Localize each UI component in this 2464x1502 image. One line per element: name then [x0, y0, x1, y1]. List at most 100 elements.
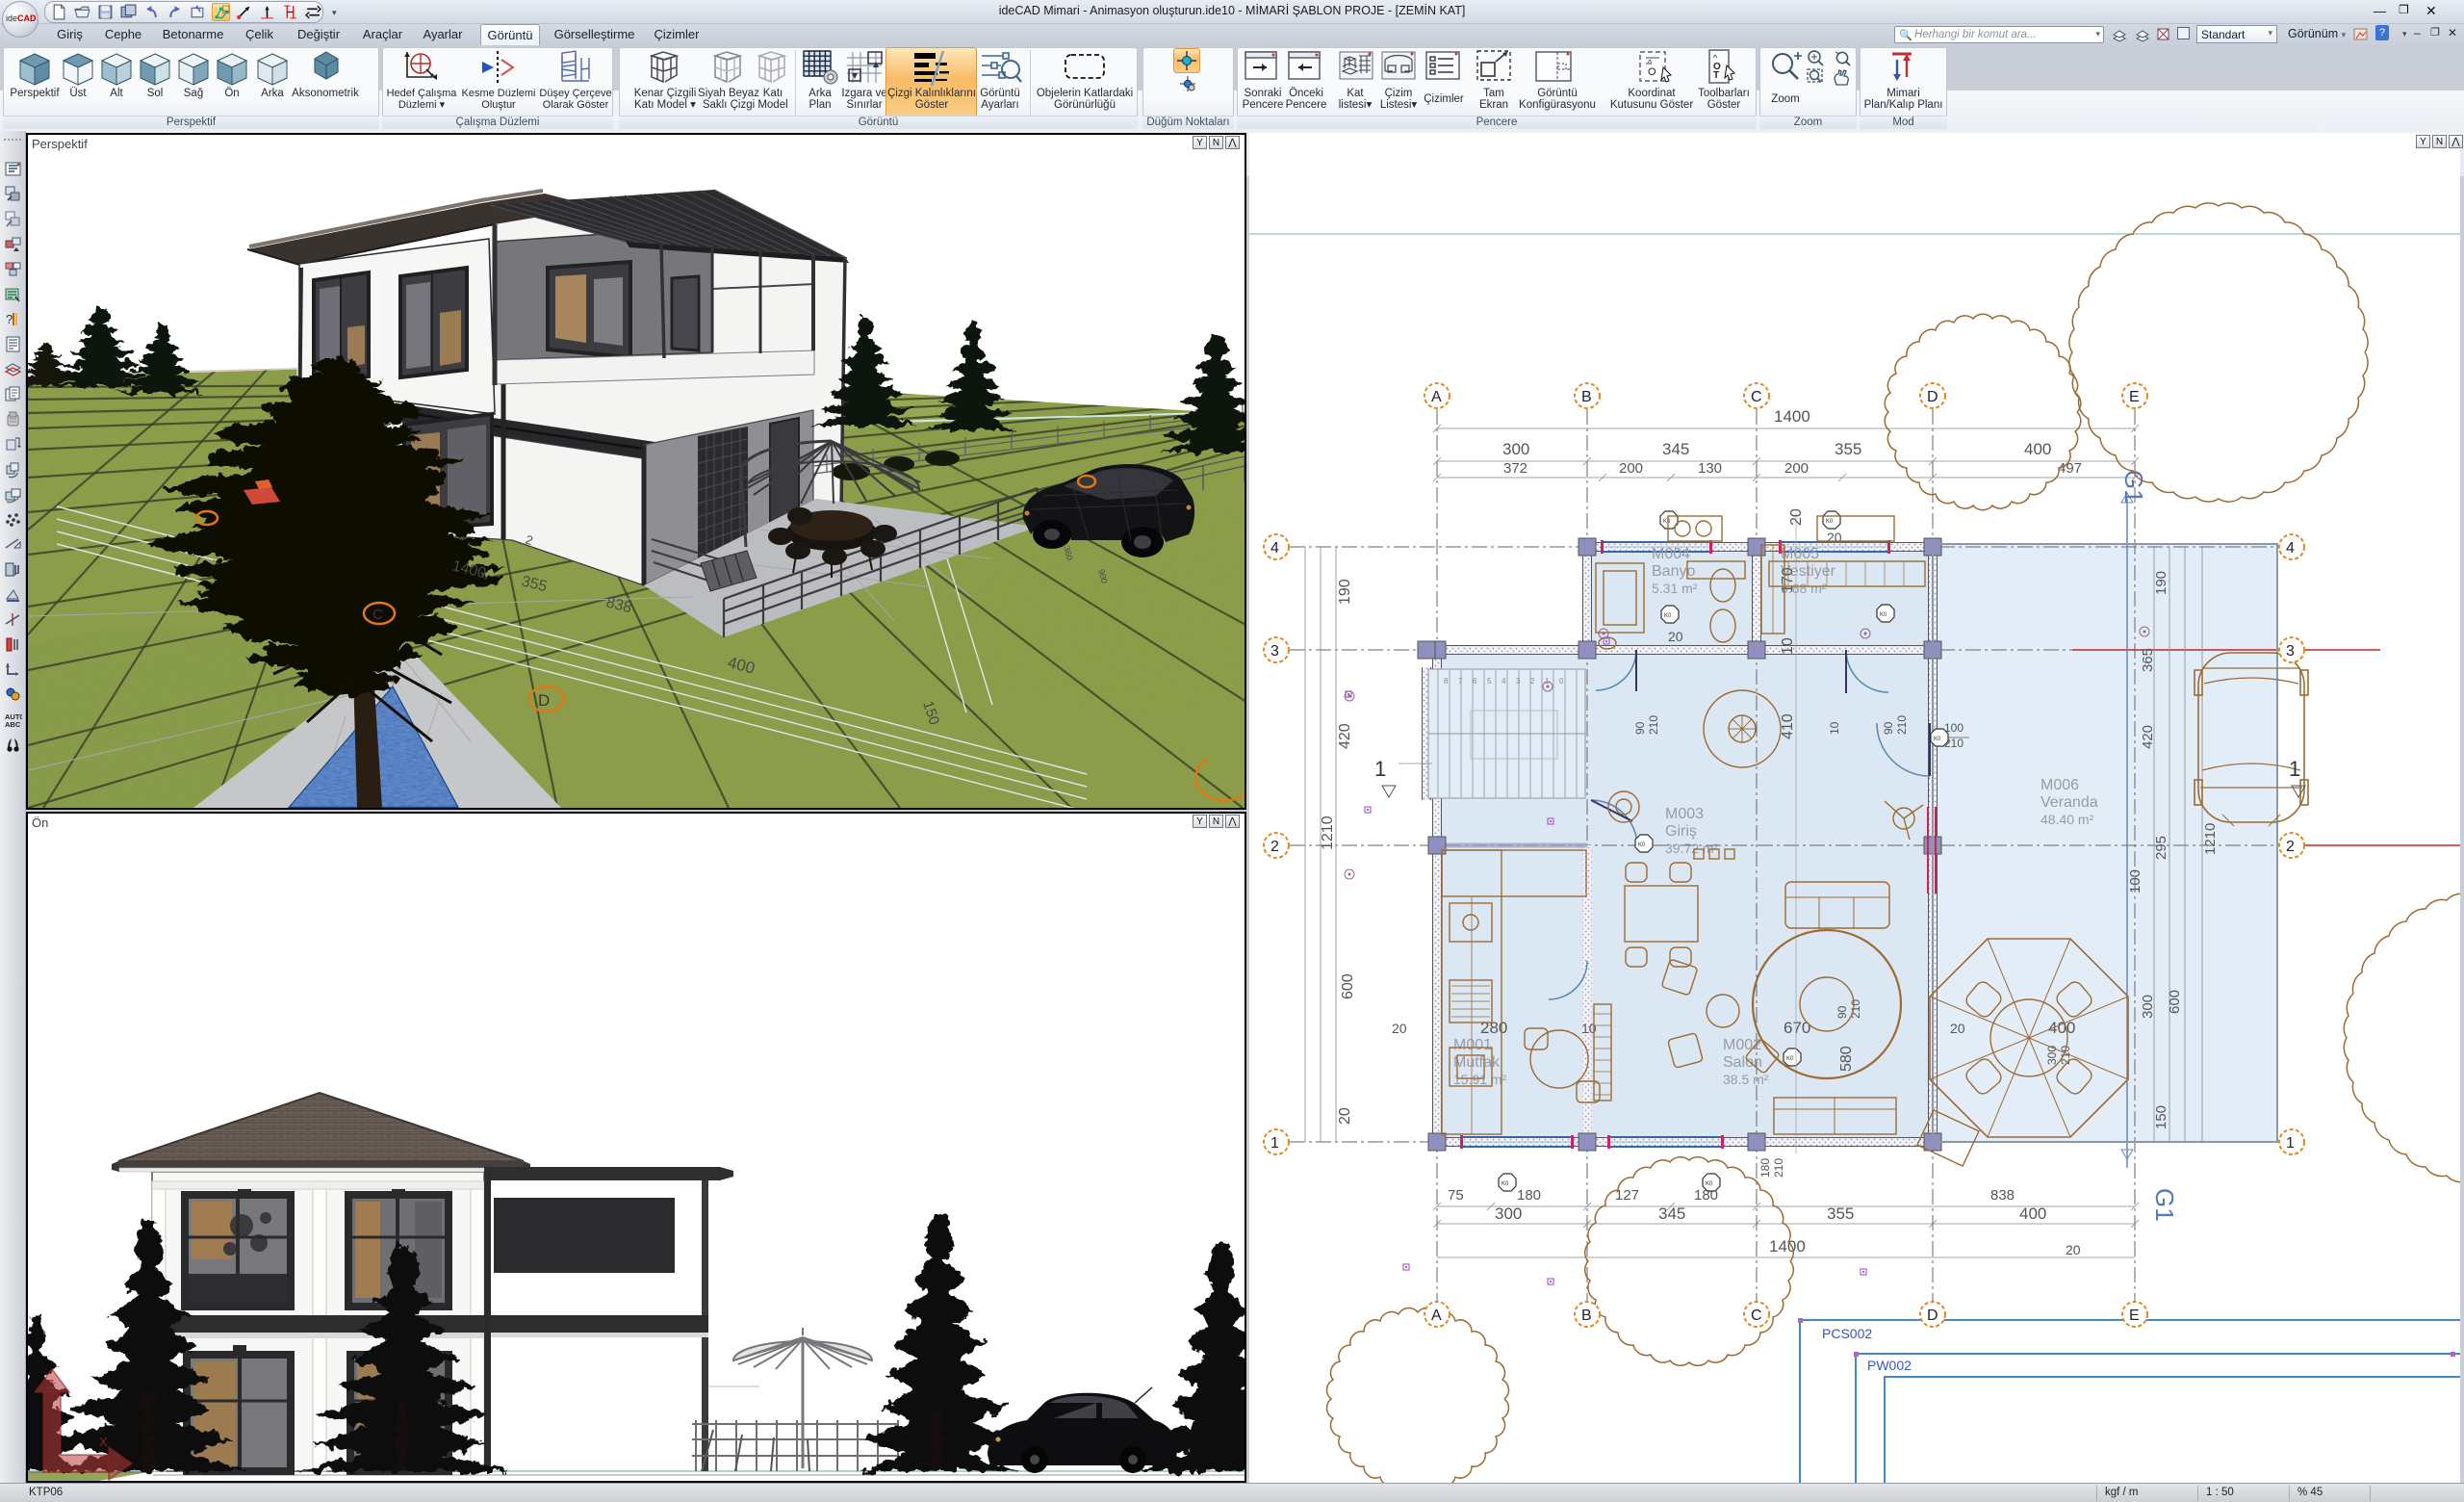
svg-text:838: 838 [1990, 1187, 2015, 1204]
svg-text:K0: K0 [1502, 1181, 1509, 1187]
svg-text:180: 180 [1517, 1187, 1541, 1204]
svg-text:130: 130 [1698, 460, 1722, 477]
svg-text:0: 0 [1559, 677, 1564, 686]
svg-text:K0: K0 [1638, 842, 1646, 848]
svg-text:?: ? [6, 312, 13, 326]
svg-text:300: 300 [1502, 440, 1529, 458]
svg-text:1210: 1210 [2202, 823, 2219, 855]
svg-text:3: 3 [2286, 643, 2295, 660]
svg-text:2: 2 [1530, 677, 1535, 686]
svg-text:3: 3 [1270, 643, 1279, 660]
svg-text:300: 300 [2045, 1046, 2059, 1065]
svg-text:G1: G1 [2119, 470, 2148, 504]
svg-text:300: 300 [2140, 995, 2156, 1019]
svg-text:M004: M004 [1652, 546, 1690, 562]
svg-text:Mutfak: Mutfak [1453, 1054, 1501, 1071]
svg-text:D: D [1927, 1308, 1938, 1324]
svg-text:400: 400 [2024, 440, 2051, 458]
svg-text:20: 20 [1950, 1021, 1965, 1036]
svg-text:K0: K0 [1663, 519, 1671, 525]
svg-text:280: 280 [1480, 1019, 1507, 1037]
svg-text:100: 100 [2127, 869, 2143, 893]
svg-text:48.40 m²: 48.40 m² [2040, 812, 2094, 827]
svg-text:20: 20 [1668, 629, 1683, 644]
svg-text:1400: 1400 [1769, 1237, 1806, 1256]
svg-text:200: 200 [1784, 460, 1809, 477]
svg-text:210: 210 [1772, 1158, 1785, 1178]
svg-text:T: T [1713, 70, 1719, 81]
svg-text:X: X [99, 1435, 108, 1449]
svg-text:20: 20 [1337, 1107, 1353, 1125]
svg-text:345: 345 [1662, 440, 1689, 458]
svg-text:7: 7 [1458, 677, 1463, 686]
svg-text:497: 497 [2058, 460, 2082, 477]
svg-text:K0: K0 [1934, 737, 1941, 742]
svg-text:C: C [372, 607, 383, 623]
svg-text:90: 90 [1835, 1005, 1849, 1019]
svg-text:15.91 m²: 15.91 m² [1453, 1072, 1507, 1087]
svg-text:295: 295 [2153, 836, 2169, 860]
svg-text:420: 420 [1337, 723, 1353, 749]
svg-text:190: 190 [1337, 579, 1353, 605]
svg-text:39.72 m²: 39.72 m² [1665, 841, 1719, 856]
svg-text:20: 20 [1392, 1021, 1407, 1036]
svg-text:D: D [1927, 389, 1938, 405]
svg-text:A: A [1431, 1308, 1442, 1324]
svg-text:G1: G1 [2150, 1188, 2179, 1222]
svg-text:210: 210 [1647, 715, 1660, 735]
svg-text:6: 6 [1473, 677, 1477, 686]
svg-text:20: 20 [1788, 508, 1805, 526]
svg-text:300: 300 [1495, 1204, 1522, 1223]
svg-text:Veranda: Veranda [2040, 794, 2098, 811]
svg-text:3: 3 [1516, 677, 1521, 686]
svg-text:420: 420 [2140, 725, 2156, 749]
svg-text:355: 355 [1827, 1204, 1854, 1223]
svg-text:PW002: PW002 [1867, 1358, 1912, 1373]
svg-text:2: 2 [2286, 839, 2295, 855]
svg-text:M003: M003 [1665, 806, 1704, 822]
svg-text:K0: K0 [1664, 613, 1672, 619]
svg-text:1: 1 [1545, 677, 1550, 686]
svg-text:600: 600 [1340, 973, 1356, 999]
svg-text:K0: K0 [1706, 1181, 1713, 1187]
svg-text:8: 8 [1444, 677, 1449, 686]
svg-text:170: 170 [1780, 567, 1796, 593]
svg-text:345: 345 [1658, 1204, 1685, 1223]
svg-text:355: 355 [1835, 440, 1861, 458]
svg-text:20: 20 [2066, 1242, 2081, 1257]
svg-text:E: E [2129, 389, 2140, 405]
svg-text:PCS002: PCS002 [1822, 1326, 1872, 1341]
svg-text:M006: M006 [2040, 777, 2079, 793]
svg-text:1: 1 [1270, 1135, 1279, 1152]
svg-text:K0: K0 [1826, 519, 1834, 525]
svg-text:E: E [2129, 1308, 2140, 1324]
svg-text:10: 10 [1780, 637, 1796, 655]
svg-text:365: 365 [2140, 648, 2156, 672]
svg-text:ABC: ABC [5, 720, 21, 729]
svg-text:400: 400 [2019, 1204, 2046, 1223]
svg-text:38.5 m²: 38.5 m² [1723, 1072, 1769, 1087]
svg-text:2: 2 [1270, 839, 1279, 855]
svg-text:4: 4 [1502, 677, 1506, 686]
svg-text:C: C [1751, 1308, 1762, 1324]
svg-text:M005: M005 [1781, 546, 1819, 562]
svg-text:190: 190 [2153, 571, 2169, 595]
svg-text:O: O [1648, 66, 1656, 78]
svg-text:150: 150 [2153, 1105, 2169, 1129]
svg-text:10: 10 [1828, 721, 1841, 735]
svg-text:90: 90 [1633, 721, 1647, 735]
svg-text:4: 4 [1270, 540, 1279, 557]
svg-text:5.31 m²: 5.31 m² [1652, 581, 1698, 596]
svg-text:210: 210 [1895, 715, 1909, 735]
svg-text:1400: 1400 [1774, 407, 1810, 426]
svg-text:410: 410 [1780, 713, 1796, 739]
svg-text:C: C [1751, 389, 1762, 405]
svg-text:D: D [538, 691, 550, 710]
svg-text:B: B [1581, 389, 1592, 405]
svg-text:Giriş: Giriş [1665, 823, 1697, 840]
svg-text:5: 5 [1487, 677, 1492, 686]
svg-text:K0: K0 [1880, 612, 1887, 618]
svg-text:1: 1 [2286, 1135, 2295, 1152]
svg-text:B: B [1581, 1308, 1592, 1324]
svg-text:20: 20 [1827, 530, 1842, 545]
